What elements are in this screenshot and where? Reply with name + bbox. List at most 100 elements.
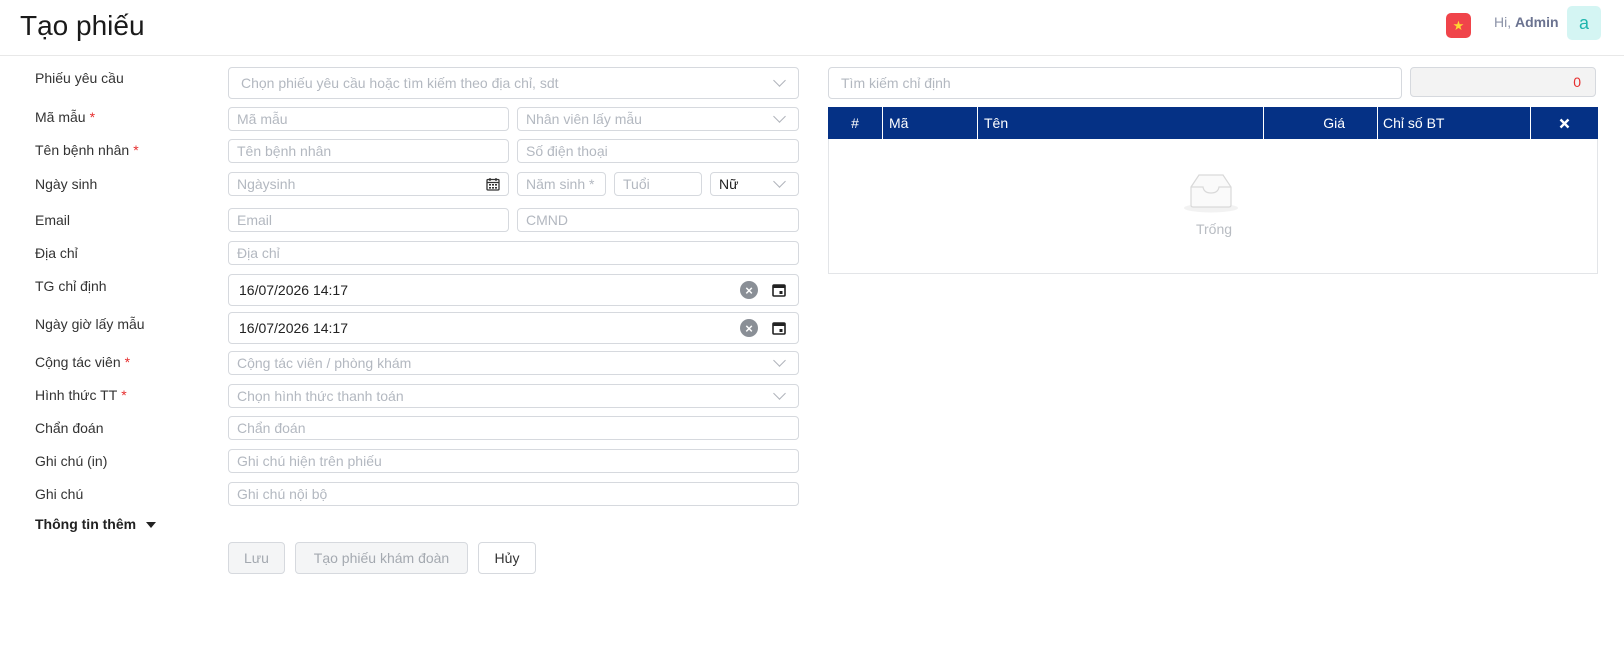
label-text: Email xyxy=(35,212,71,228)
label-text: Cộng tác viên xyxy=(35,354,121,370)
label-text: Phiếu yêu cầu xyxy=(35,70,124,86)
label-text: Ngày giờ lấy mẫu xyxy=(35,316,145,332)
avatar[interactable]: a xyxy=(1567,6,1601,40)
save-button[interactable]: Lưu xyxy=(228,542,285,574)
birthdate-placeholder: Ngàysinh xyxy=(237,176,296,192)
label-note: Ghi chú xyxy=(35,486,83,502)
birth-year-placeholder: Năm sinh * xyxy=(526,176,595,192)
diagnosis-input[interactable]: Chẩn đoán xyxy=(228,416,799,440)
note-placeholder: Ghi chú nội bộ xyxy=(237,486,328,502)
sampler-placeholder: Nhân viên lấy mẫu xyxy=(526,111,642,127)
empty-text: Trống xyxy=(1195,221,1233,237)
gender-value: Nữ xyxy=(719,176,739,192)
user-name: Admin xyxy=(1515,14,1559,30)
close-icon xyxy=(1559,118,1570,128)
label-diagnosis: Chẩn đoán xyxy=(35,420,104,436)
label-assigned-time: TG chỉ định xyxy=(35,278,107,294)
birthdate-input[interactable]: Ngàysinh xyxy=(228,172,509,196)
label-text: Tên bệnh nhân xyxy=(35,142,130,158)
request-form-placeholder: Chọn phiếu yêu cầu hoặc tìm kiếm theo đị… xyxy=(241,75,559,91)
label-address: Địa chỉ xyxy=(35,245,78,261)
collaborator-select[interactable]: Cộng tác viên / phòng khám xyxy=(228,351,799,375)
address-placeholder: Địa chỉ xyxy=(237,245,280,261)
orders-table-header: # Mã Tên Giá Chỉ số BT xyxy=(828,107,1598,139)
required-mark: * xyxy=(121,387,127,403)
label-text: Ghi chú xyxy=(35,486,84,502)
required-mark: * xyxy=(133,142,139,158)
phone-placeholder: Số điện thoại xyxy=(526,143,608,159)
label-text: Chẩn đoán xyxy=(35,420,104,436)
request-form-select[interactable]: Chọn phiếu yêu cầu hoặc tìm kiếm theo đị… xyxy=(228,67,799,99)
label-sample-code: Mã mẫu * xyxy=(35,109,95,125)
label-text: Ngày sinh xyxy=(35,176,98,192)
cancel-button[interactable]: Hủy xyxy=(478,542,536,574)
total-count: 0 xyxy=(1410,67,1596,97)
phone-input[interactable]: Số điện thoại xyxy=(517,139,799,163)
sampler-select[interactable]: Nhân viên lấy mẫu xyxy=(517,107,799,131)
sample-time-picker[interactable]: 16/07/2026 14:17 × xyxy=(228,312,799,344)
label-text: Mã mẫu xyxy=(35,109,86,125)
age-input[interactable]: Tuổi xyxy=(614,172,702,196)
birth-year-input[interactable]: Năm sinh * xyxy=(517,172,606,196)
chevron-down-icon xyxy=(773,110,786,123)
user-greeting: Hi, Admin xyxy=(1494,14,1559,30)
id-card-placeholder: CMND xyxy=(526,212,568,228)
label-text: Hình thức TT xyxy=(35,387,118,403)
patient-name-input[interactable]: Tên bệnh nhân xyxy=(228,139,509,163)
email-input[interactable]: Email xyxy=(228,208,509,232)
diagnosis-placeholder: Chẩn đoán xyxy=(237,420,306,436)
note-input[interactable]: Ghi chú nội bộ xyxy=(228,482,799,506)
chevron-down-icon xyxy=(773,354,786,367)
language-flag-icon[interactable]: ★ xyxy=(1446,13,1471,38)
collaborator-placeholder: Cộng tác viên / phòng khám xyxy=(237,355,412,371)
column-header-code: Mã xyxy=(883,107,978,139)
calendar-icon[interactable] xyxy=(772,321,786,335)
clear-icon[interactable]: × xyxy=(740,281,758,299)
age-placeholder: Tuổi xyxy=(623,176,650,192)
more-info-label: Thông tin thêm xyxy=(35,516,137,532)
sample-code-placeholder: Mã mẫu xyxy=(237,111,288,127)
assigned-time-picker[interactable]: 16/07/2026 14:17 × xyxy=(228,274,799,306)
more-info-toggle[interactable]: Thông tin thêm xyxy=(35,516,157,532)
patient-name-placeholder: Tên bệnh nhân xyxy=(237,143,332,159)
label-collaborator: Cộng tác viên * xyxy=(35,354,130,370)
chevron-down-icon xyxy=(773,175,786,188)
create-group-exam-button[interactable]: Tạo phiếu khám đoàn xyxy=(295,542,468,574)
calendar-icon[interactable] xyxy=(772,283,786,297)
column-header-normal-range: Chỉ số BT xyxy=(1378,107,1531,139)
required-mark: * xyxy=(89,109,96,125)
clear-all-icon[interactable] xyxy=(1531,107,1598,139)
orders-table-body: Trống xyxy=(828,139,1598,274)
label-birthdate: Ngày sinh xyxy=(35,176,97,192)
sample-code-input[interactable]: Mã mẫu xyxy=(228,107,509,131)
assigned-time-value: 16/07/2026 14:17 xyxy=(239,282,348,298)
chevron-down-icon xyxy=(773,387,786,400)
page-title: Tạo phiếu xyxy=(20,10,145,41)
label-text: TG chỉ định xyxy=(35,278,107,294)
payment-method-placeholder: Chọn hình thức thanh toán xyxy=(237,388,404,404)
chevron-down-icon xyxy=(773,74,786,87)
column-header-name: Tên xyxy=(978,107,1264,139)
clear-icon[interactable]: × xyxy=(740,319,758,337)
label-patient-name: Tên bệnh nhân * xyxy=(35,142,139,158)
id-card-input[interactable]: CMND xyxy=(517,208,799,232)
sample-time-value: 16/07/2026 14:17 xyxy=(239,320,348,336)
note-print-placeholder: Ghi chú hiện trên phiếu xyxy=(237,453,382,469)
address-input[interactable]: Địa chỉ xyxy=(228,241,799,265)
payment-method-select[interactable]: Chọn hình thức thanh toán xyxy=(228,384,799,408)
empty-inbox-icon xyxy=(1184,174,1238,213)
caret-down-icon xyxy=(146,522,157,529)
required-mark: * xyxy=(124,354,131,370)
top-header: Tạo phiếu ★ Hi, Admin a xyxy=(0,0,1624,56)
label-sample-time: Ngày giờ lấy mẫu xyxy=(35,316,145,332)
label-text: Ghi chú (in) xyxy=(35,453,108,469)
column-header-index: # xyxy=(828,107,883,139)
greeting-prefix: Hi, xyxy=(1494,14,1512,30)
order-search-input[interactable]: Tìm kiếm chỉ định xyxy=(828,67,1402,99)
order-search-placeholder: Tìm kiếm chỉ định xyxy=(841,75,951,91)
column-header-price: Giá xyxy=(1264,107,1378,139)
calendar-icon[interactable] xyxy=(486,177,500,191)
note-print-input[interactable]: Ghi chú hiện trên phiếu xyxy=(228,449,799,473)
label-payment-method: Hình thức TT * xyxy=(35,387,127,403)
gender-select[interactable]: Nữ xyxy=(710,172,799,196)
